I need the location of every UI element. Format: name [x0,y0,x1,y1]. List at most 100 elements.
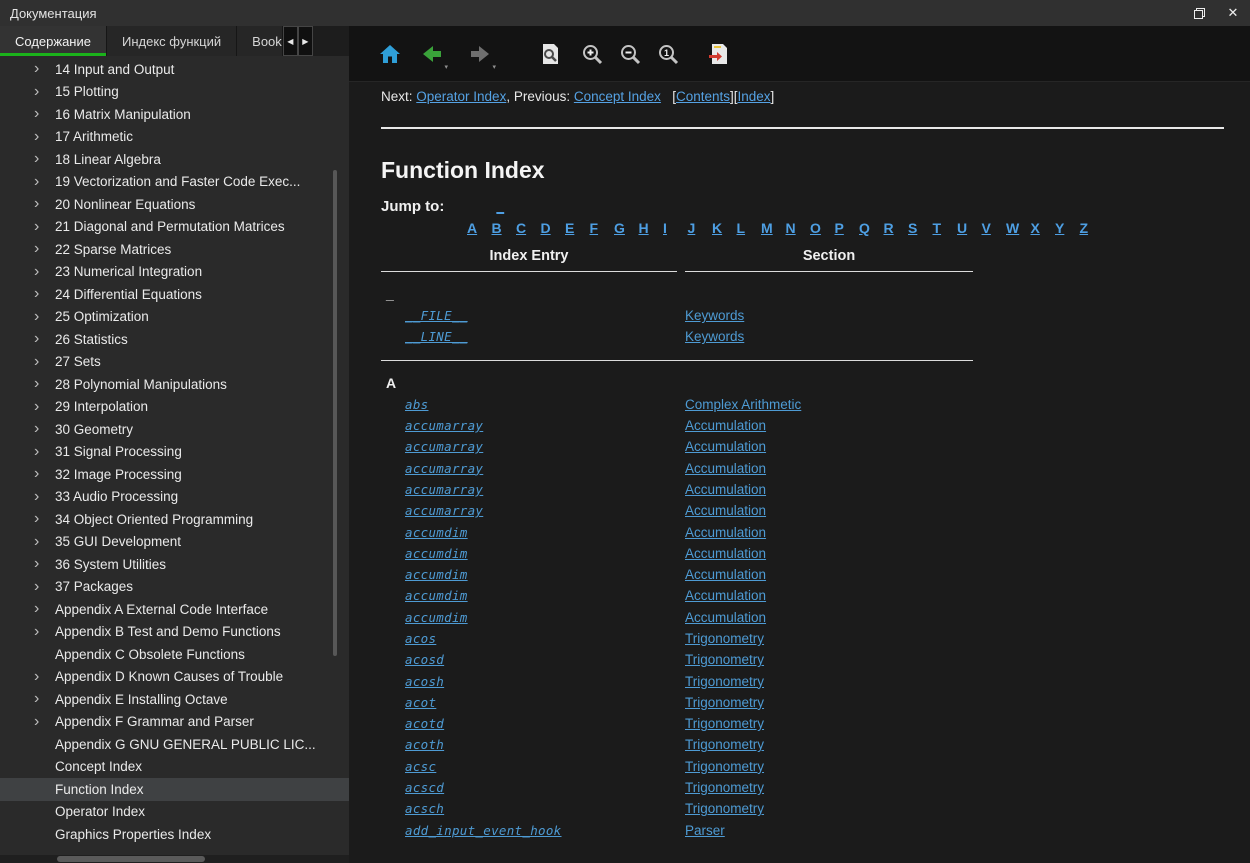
chevron-right-icon[interactable]: › [34,466,55,482]
sidebar-item[interactable]: ›35 GUI Development [0,531,349,554]
chevron-right-icon[interactable]: › [34,129,55,145]
close-button[interactable]: ✕ [1216,0,1250,26]
sidebar-item[interactable]: Concept Index [0,756,349,779]
sidebar-item[interactable]: ›22 Sparse Matrices [0,238,349,261]
function-entry-link[interactable]: acsc [405,759,436,774]
section-link[interactable]: Trigonometry [685,631,764,646]
chevron-right-icon[interactable]: › [34,241,55,257]
function-entry-link[interactable]: accumdim [405,546,468,561]
jump-letter-link[interactable]: H [639,220,664,236]
section-link[interactable]: Trigonometry [685,780,764,795]
function-entry-link[interactable]: acosh [405,674,444,689]
function-entry-link[interactable]: acot [405,695,436,710]
restore-button[interactable] [1182,0,1216,26]
chevron-right-icon[interactable]: › [34,714,55,730]
tab-scroll-right-button[interactable]: ▶ [298,26,313,56]
sidebar-item[interactable]: ›29 Interpolation [0,396,349,419]
tab-function-index[interactable]: Индекс функций [107,26,237,56]
chevron-right-icon[interactable]: › [34,489,55,505]
chevron-right-icon[interactable]: › [34,84,55,100]
function-entry-link[interactable]: acos [405,631,436,646]
jump-letter-link[interactable]: X [1031,220,1056,236]
chevron-right-icon[interactable]: › [34,579,55,595]
sidebar-item[interactable]: Operator Index [0,801,349,824]
sidebar-horizontal-scrollbar[interactable] [0,855,349,863]
sidebar-item[interactable]: ›Appendix E Installing Octave [0,688,349,711]
sidebar-item[interactable]: ›24 Differential Equations [0,283,349,306]
jump-letter-link[interactable]: A [467,220,492,236]
sidebar-item[interactable]: Appendix G GNU GENERAL PUBLIC LIC... [0,733,349,756]
sidebar-item[interactable]: ›28 Polynomial Manipulations [0,373,349,396]
jump-letter-link[interactable]: S [908,220,933,236]
chevron-right-icon[interactable]: › [34,219,55,235]
section-link[interactable]: Accumulation [685,546,766,561]
section-link[interactable]: Trigonometry [685,801,764,816]
sidebar-item[interactable]: ›19 Vectorization and Faster Code Exec..… [0,171,349,194]
sidebar-item[interactable]: ›34 Object Oriented Programming [0,508,349,531]
jump-letter-link[interactable]: Q [859,220,884,236]
tab-contents[interactable]: Содержание [0,26,107,56]
chevron-right-icon[interactable]: › [34,376,55,392]
sidebar-item[interactable]: ›15 Plotting [0,81,349,104]
section-link[interactable]: Trigonometry [685,695,764,710]
jump-letter-link[interactable]: Y [1055,220,1080,236]
jump-letter-link[interactable]: M [761,220,786,236]
function-entry-link[interactable]: acosd [405,652,444,667]
jump-letter-link[interactable]: D [541,220,566,236]
sidebar-item[interactable]: ›30 Geometry [0,418,349,441]
sidebar-item[interactable]: Appendix C Obsolete Functions [0,643,349,666]
jump-letter-link[interactable]: B [492,220,517,236]
sidebar-item[interactable]: ›20 Nonlinear Equations [0,193,349,216]
function-entry-link[interactable]: accumdim [405,610,468,625]
sidebar-item[interactable]: ›37 Packages [0,576,349,599]
jump-letter-link[interactable]: R [884,220,909,236]
section-link[interactable]: Keywords [685,329,744,344]
chevron-right-icon[interactable]: › [34,61,55,77]
zoom-original-button[interactable]: 1 [651,37,685,71]
zoom-in-button[interactable] [575,37,609,71]
sidebar-item[interactable]: ›Appendix B Test and Demo Functions [0,621,349,644]
jump-letter-link[interactable]: U [957,220,982,236]
chevron-right-icon[interactable]: › [34,106,55,122]
chevron-right-icon[interactable]: › [34,444,55,460]
sidebar-item[interactable]: ›31 Signal Processing [0,441,349,464]
section-link[interactable]: Complex Arithmetic [685,397,801,412]
chevron-right-icon[interactable]: › [34,624,55,640]
jump-letter-link[interactable]: F [590,220,615,236]
chevron-right-icon[interactable]: › [34,691,55,707]
sidebar-item[interactable]: ›25 Optimization [0,306,349,329]
jump-letter-link[interactable]: G [614,220,639,236]
function-entry-link[interactable]: __LINE__ [405,329,468,344]
function-entry-link[interactable]: accumarray [405,418,483,433]
tab-bookmarks[interactable]: Book [237,26,283,56]
jump-letter-link[interactable]: P [835,220,860,236]
sidebar-item[interactable]: ›32 Image Processing [0,463,349,486]
function-entry-link[interactable]: accumarray [405,482,483,497]
chevron-right-icon[interactable]: › [34,354,55,370]
function-entry-link[interactable]: abs [405,397,428,412]
function-entry-link[interactable]: __FILE__ [405,308,468,323]
contents-link[interactable]: Contents [676,89,730,104]
jump-letter-link[interactable]: N [786,220,811,236]
sidebar-item[interactable]: ›27 Sets [0,351,349,374]
sidebar-item[interactable]: ›14 Input and Output [0,58,349,81]
sidebar-item[interactable]: ›33 Audio Processing [0,486,349,509]
tab-scroll-left-button[interactable]: ◀ [283,26,298,56]
section-link[interactable]: Accumulation [685,588,766,603]
chevron-right-icon[interactable]: › [34,286,55,302]
jump-letter-link[interactable]: E [565,220,590,236]
chevron-right-icon[interactable]: › [34,399,55,415]
previous-link[interactable]: Concept Index [574,89,661,104]
section-link[interactable]: Accumulation [685,461,766,476]
chevron-right-icon[interactable]: › [34,669,55,685]
forward-button[interactable]: ▾ [463,37,497,71]
jump-letter-link[interactable]: L [737,220,762,236]
section-link[interactable]: Trigonometry [685,716,764,731]
sidebar-item[interactable]: ›26 Statistics [0,328,349,351]
jump-letter-link[interactable]: _ [496,200,504,215]
section-link[interactable]: Parser [685,823,725,838]
jump-letter-link[interactable]: Z [1080,220,1105,236]
function-entry-link[interactable]: accumarray [405,439,483,454]
back-button[interactable]: ▾ [415,37,449,71]
section-link[interactable]: Trigonometry [685,652,764,667]
